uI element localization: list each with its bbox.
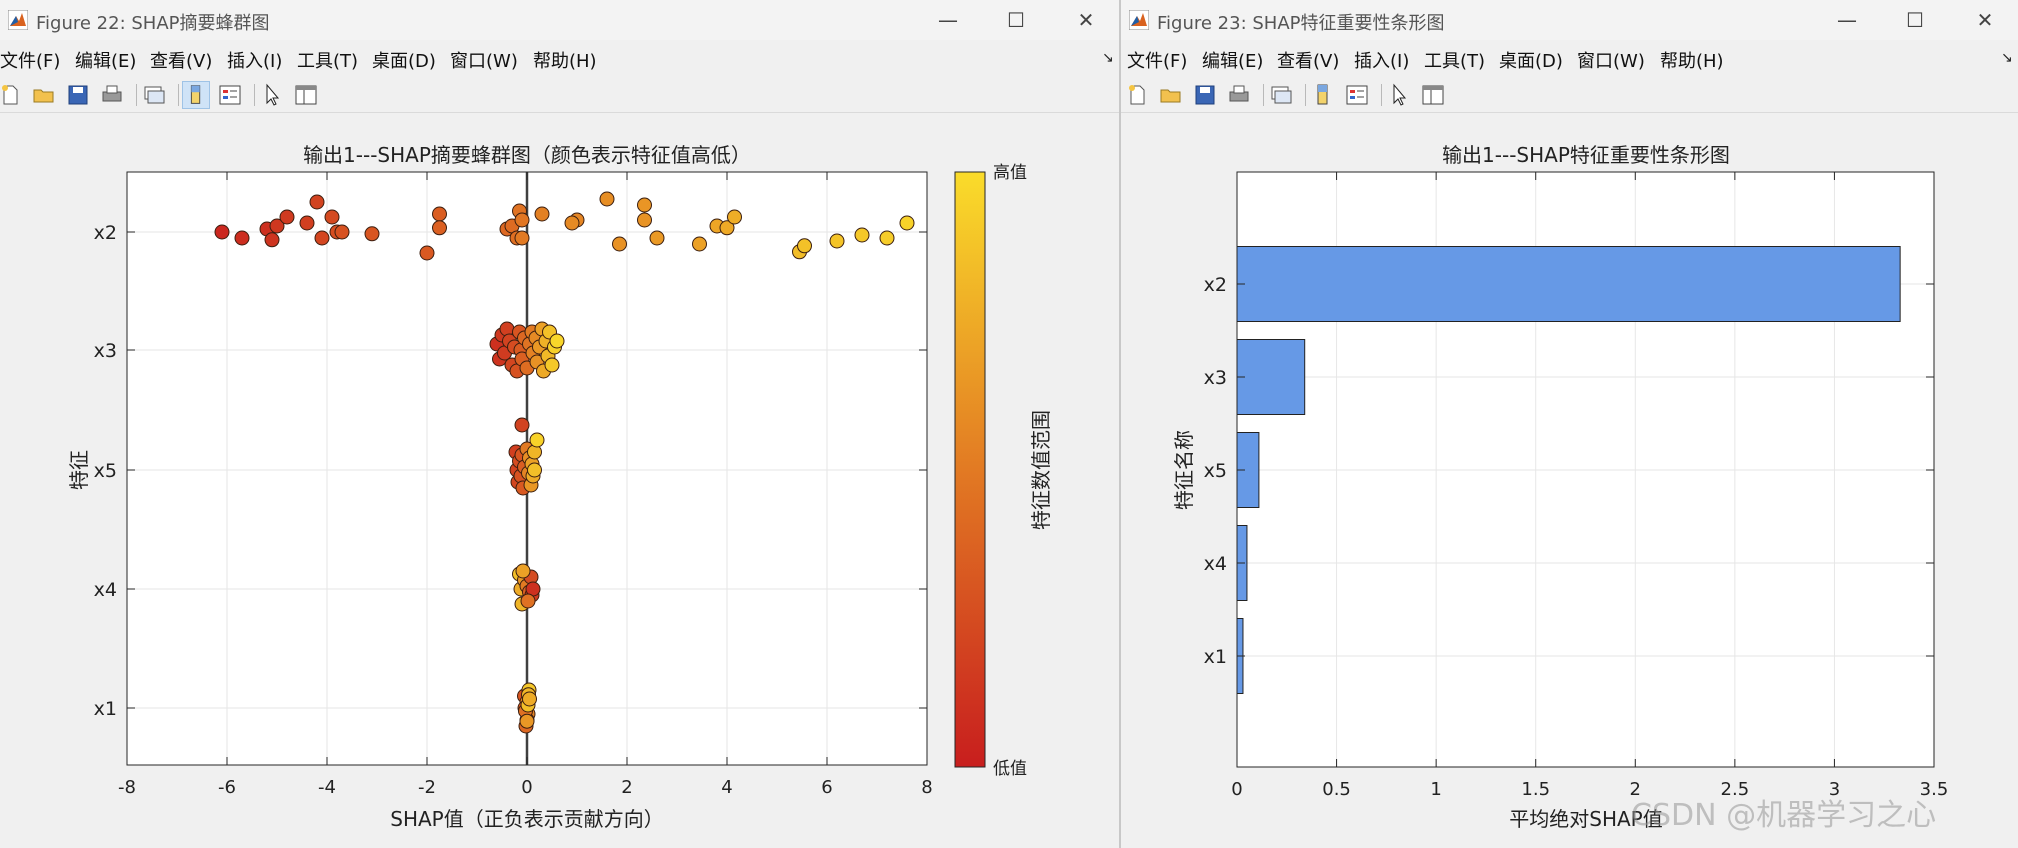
watermark: CSDN @机器学习之心 (1631, 798, 1937, 833)
x-tick-label: 1.5 (1521, 779, 1550, 800)
colorbar-high-label: 高值 (993, 163, 1027, 183)
shap-point-x2 (514, 212, 530, 228)
colorbar-label: 特征数值范围 (1029, 410, 1053, 530)
shap-point-x3 (549, 333, 565, 349)
x-tick-label: -8 (118, 777, 136, 798)
shap-point-x2 (364, 226, 380, 242)
shap-point-x2 (264, 232, 280, 248)
importance-figure: 0 0.5 1 1.5 2 2.5 3 3.5x2x3x5x4x1 输出1---SHAP特征重… (1172, 143, 1948, 831)
shap-point-x4 (515, 563, 531, 579)
x-tick-label: 0 (1231, 779, 1242, 800)
shap-point-x2 (564, 215, 580, 231)
shap-point-x1 (522, 691, 537, 707)
shap-point-x2 (829, 233, 845, 249)
shap-point-x2 (324, 209, 340, 225)
y-tick-label: x2 (94, 222, 117, 244)
shap-point-x1 (519, 713, 535, 729)
x-tick-label: 6 (821, 777, 832, 798)
shap-point-x2 (727, 209, 742, 225)
shap-point-x2 (899, 215, 915, 231)
shap-point-x2 (879, 230, 895, 246)
beeswarm-title: 输出1---SHAP摘要蜂群图（颜色表示特征值高低） (303, 143, 751, 167)
x-tick-label: 0.5 (1322, 779, 1351, 800)
importance-bar-x3 (1236, 339, 1306, 415)
beeswarm-ylabel: 特征 (67, 450, 91, 490)
shap-point-x2 (432, 220, 447, 236)
shap-point-x2 (649, 230, 665, 246)
y-tick-label: x2 (1204, 274, 1227, 296)
shap-point-x2 (432, 206, 447, 222)
importance-title: 输出1---SHAP特征重要性条形图 (1442, 143, 1730, 167)
importance-ylabel: 特征名称 (1172, 430, 1196, 510)
y-tick-label: x5 (94, 460, 117, 482)
shap-point-x2 (514, 230, 530, 246)
colorbar-low-label: 低值 (993, 759, 1027, 779)
y-tick-label: x3 (1204, 367, 1227, 389)
x-tick-label: 0 (521, 777, 532, 798)
shap-point-x2 (692, 236, 707, 252)
shap-point-x5 (514, 417, 530, 433)
shap-point-x2 (599, 191, 615, 207)
shap-point-x2 (334, 224, 350, 240)
shap-point-x3 (544, 357, 560, 373)
shap-point-x2 (612, 236, 627, 252)
x-tick-label: 1 (1430, 779, 1441, 800)
shap-point-x2 (234, 230, 250, 246)
y-tick-label: x1 (1204, 646, 1227, 668)
shap-point-x2 (309, 194, 325, 210)
shap-point-x2 (214, 224, 230, 240)
importance-bar-x2 (1236, 246, 1901, 322)
shap-point-x2 (854, 227, 870, 243)
shap-point-x2 (299, 215, 315, 231)
shap-point-x2 (637, 197, 652, 213)
figure-window-right: Figure 23: SHAP特征重要性条形图 — ☐ ✕ 文件(F) 编辑(E… (1121, 0, 2018, 848)
y-tick-label: x1 (94, 698, 117, 720)
shap-point-x2 (534, 206, 550, 222)
beeswarm-figure: -8 -6 -4 -2 0 2 4 6 8 x2 x3 x5 x4 x1 输出1---SHAP摘要蜂群图（… (67, 143, 1053, 831)
x-tick-label: 4 (721, 777, 732, 798)
beeswarm-xlabel: SHAP值（正负表示贡献方向） (390, 807, 663, 831)
shap-point-x5 (529, 432, 545, 448)
shap-point-x2 (637, 212, 652, 228)
shap-point-x5 (527, 462, 542, 478)
x-tick-label: 8 (921, 777, 932, 798)
x-tick-label: -6 (218, 777, 236, 798)
colorbar (954, 171, 986, 768)
x-tick-label: -4 (318, 777, 336, 798)
y-tick-label: x5 (1204, 460, 1227, 482)
shap-point-x2 (797, 238, 812, 254)
figure-window-left: Figure 22: SHAP摘要蜂群图 — ☐ ✕ 文件(F) 编辑(E) 查… (0, 0, 1119, 848)
y-tick-label: x4 (94, 579, 117, 601)
x-tick-label: 2 (621, 777, 632, 798)
x-tick-label: -2 (418, 777, 436, 798)
shap-point-x2 (279, 209, 295, 225)
y-tick-label: x4 (1204, 553, 1227, 575)
y-tick-label: x3 (94, 340, 117, 362)
shap-point-x2 (314, 230, 330, 246)
shap-point-x4 (520, 593, 536, 609)
shap-point-x2 (419, 245, 435, 261)
